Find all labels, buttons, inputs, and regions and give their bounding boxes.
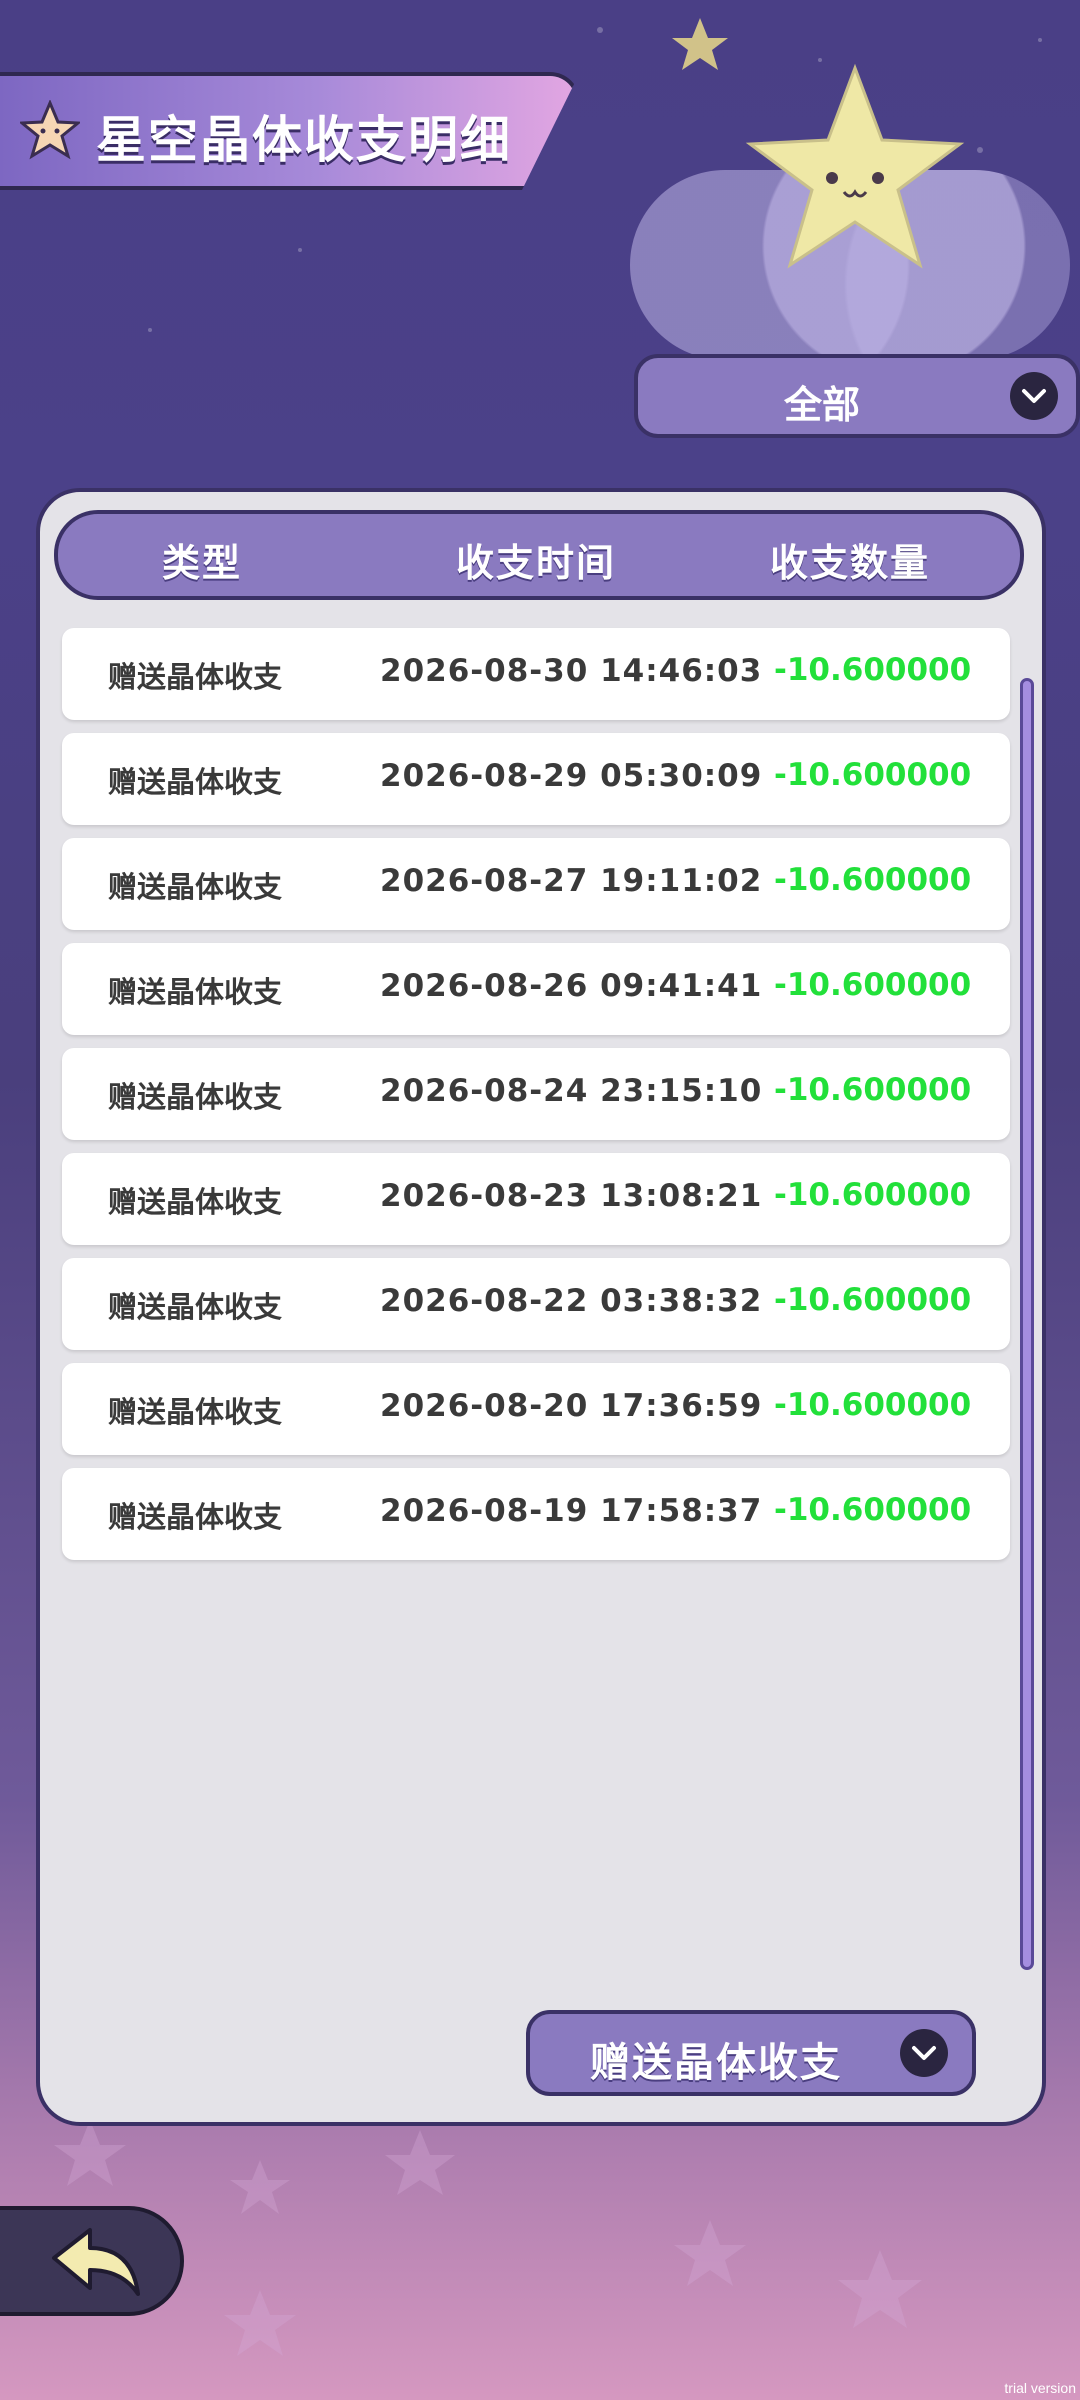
row-type: 赠送晶体收支 — [108, 1185, 283, 1219]
header-type: 类型 — [162, 541, 243, 585]
row-type: 赠送晶体收支 — [108, 1290, 283, 1324]
star-icon — [20, 100, 80, 160]
row-type: 赠送晶体收支 — [108, 975, 283, 1009]
table-row: 赠送晶体收支 2026-08-23 13:08:21 -10.600000 — [62, 1153, 1010, 1245]
row-time: 2026-08-19 17:58:37 — [380, 1493, 763, 1529]
row-time: 2026-08-20 17:36:59 — [380, 1388, 763, 1424]
row-time: 2026-08-24 23:15:10 — [380, 1073, 763, 1109]
chevron-down-icon[interactable] — [900, 2029, 948, 2077]
row-amount: -10.600000 — [774, 1177, 972, 1213]
row-type: 赠送晶体收支 — [108, 1080, 283, 1114]
chevron-down-icon[interactable] — [1010, 372, 1058, 420]
row-time: 2026-08-27 19:11:02 — [380, 863, 763, 899]
row-type: 赠送晶体收支 — [108, 1500, 283, 1534]
category-dropdown-label: 赠送晶体收支 — [590, 2040, 842, 2086]
back-button[interactable] — [0, 2206, 184, 2316]
table-row: 赠送晶体收支 2026-08-24 23:15:10 -10.600000 — [62, 1048, 1010, 1140]
row-amount: -10.600000 — [774, 757, 972, 793]
row-amount: -10.600000 — [774, 1387, 972, 1423]
row-amount: -10.600000 — [774, 1072, 972, 1108]
page-title: 星空晶体收支明细 — [96, 111, 512, 169]
row-time: 2026-08-23 13:08:21 — [380, 1178, 763, 1214]
header-time: 收支时间 — [456, 541, 617, 585]
row-amount: -10.600000 — [774, 967, 972, 1003]
row-time: 2026-08-26 09:41:41 — [380, 968, 763, 1004]
records-panel: 类型 收支时间 收支数量 赠送晶体收支 2026-08-30 14:46:03 … — [36, 488, 1046, 2126]
row-amount: -10.600000 — [774, 862, 972, 898]
watermark: trial version — [1004, 2380, 1076, 2396]
records-list[interactable]: 赠送晶体收支 2026-08-30 14:46:03 -10.600000 赠送… — [62, 628, 1010, 1573]
row-amount: -10.600000 — [774, 1492, 972, 1528]
back-arrow-icon — [52, 2228, 140, 2296]
header-amount: 收支数量 — [770, 541, 931, 585]
star-mascot — [745, 63, 965, 269]
row-type: 赠送晶体收支 — [108, 660, 283, 694]
table-row: 赠送晶体收支 2026-08-20 17:36:59 -10.600000 — [62, 1363, 1010, 1455]
row-type: 赠送晶体收支 — [108, 765, 283, 799]
row-time: 2026-08-29 05:30:09 — [380, 758, 763, 794]
scrollbar[interactable] — [1020, 678, 1034, 1970]
row-type: 赠送晶体收支 — [108, 870, 283, 904]
row-amount: -10.600000 — [774, 1282, 972, 1318]
table-row: 赠送晶体收支 2026-08-22 03:38:32 -10.600000 — [62, 1258, 1010, 1350]
table-row: 赠送晶体收支 2026-08-27 19:11:02 -10.600000 — [62, 838, 1010, 930]
row-amount: -10.600000 — [774, 652, 972, 688]
category-dropdown[interactable]: 赠送晶体收支 — [526, 2010, 976, 2096]
filter-dropdown[interactable]: 全部 — [634, 354, 1080, 438]
table-row: 赠送晶体收支 2026-08-30 14:46:03 -10.600000 — [62, 628, 1010, 720]
filter-dropdown-label: 全部 — [783, 383, 860, 427]
table-row: 赠送晶体收支 2026-08-19 17:58:37 -10.600000 — [62, 1468, 1010, 1560]
row-time: 2026-08-22 03:38:32 — [380, 1283, 763, 1319]
row-time: 2026-08-30 14:46:03 — [380, 653, 763, 689]
table-header: 类型 收支时间 收支数量 — [54, 510, 1024, 600]
row-type: 赠送晶体收支 — [108, 1395, 283, 1429]
table-row: 赠送晶体收支 2026-08-29 05:30:09 -10.600000 — [62, 733, 1010, 825]
table-row: 赠送晶体收支 2026-08-26 09:41:41 -10.600000 — [62, 943, 1010, 1035]
